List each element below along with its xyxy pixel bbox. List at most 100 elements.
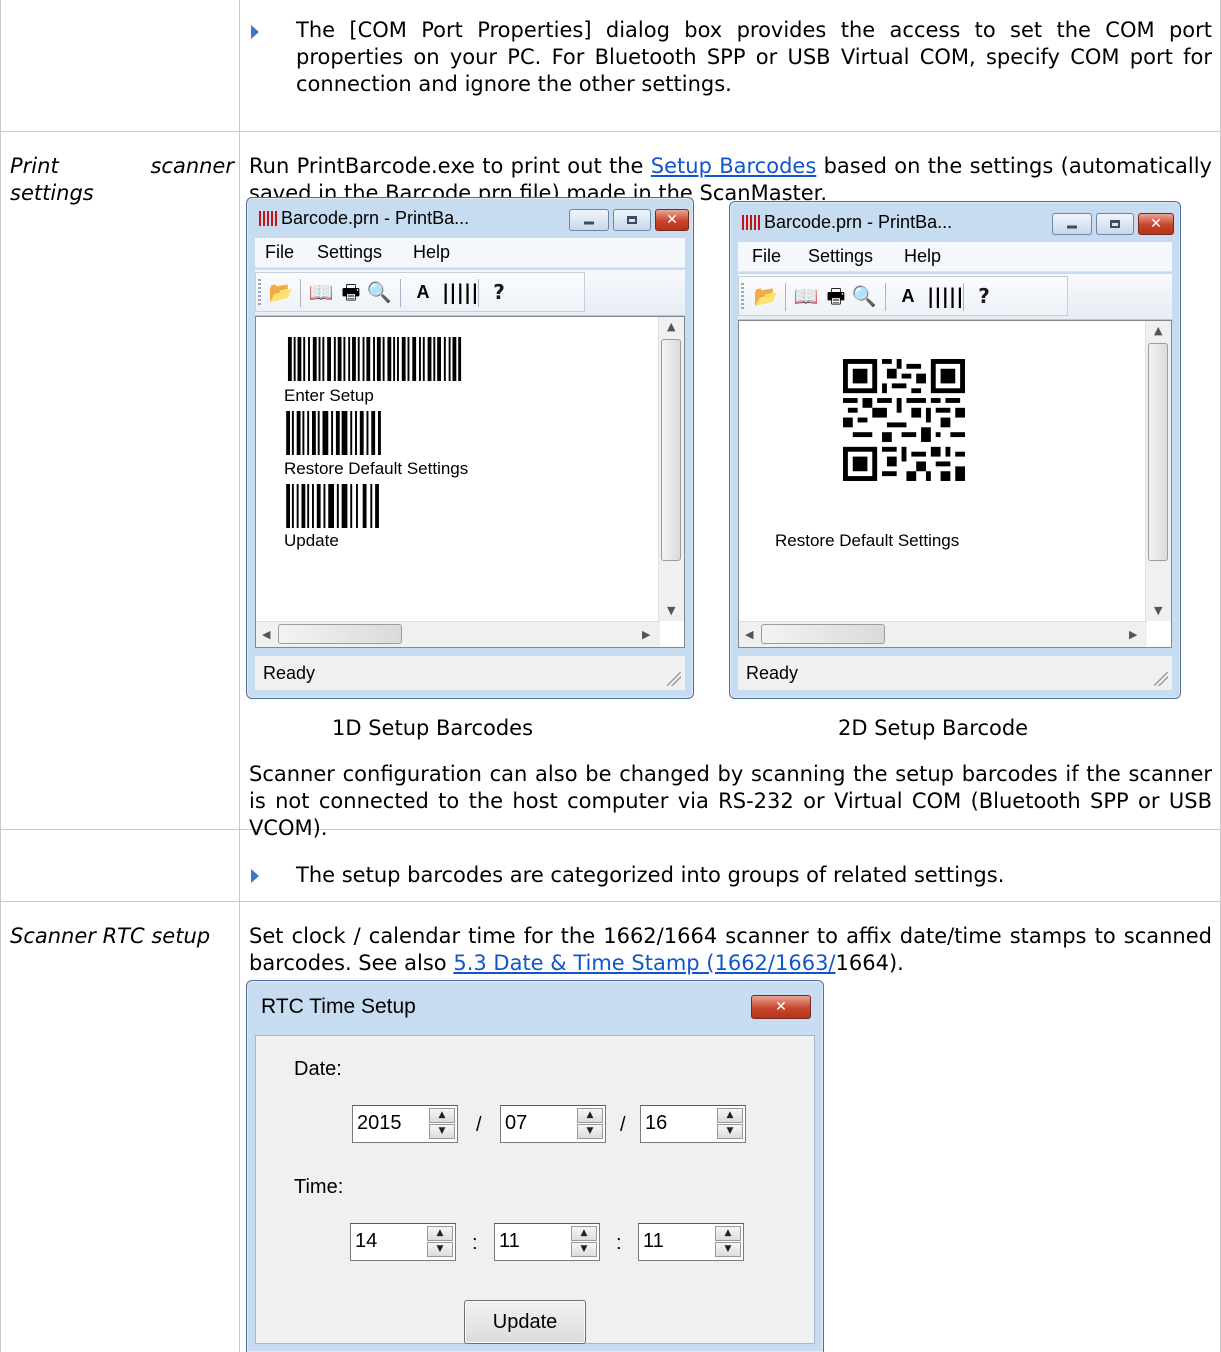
print-preview-icon[interactable]: 🔍 — [851, 283, 877, 309]
scroll-left-icon[interactable]: ◀ — [745, 629, 753, 641]
status-text: Ready — [263, 663, 316, 683]
toolbar-separator — [963, 283, 964, 311]
menu-help[interactable]: Help — [413, 242, 450, 263]
close-button[interactable]: ✕ — [751, 995, 811, 1019]
printbarcode-window-2d: Barcode.prn - PrintBa... ✕ File Settings… — [729, 201, 1181, 699]
scroll-up-icon[interactable]: ▲ — [667, 321, 675, 333]
print-icon[interactable]: 🖶 — [338, 279, 364, 305]
scroll-left-icon[interactable]: ◀ — [262, 629, 270, 641]
toolbar-grip[interactable] — [741, 283, 744, 311]
vertical-scrollbar[interactable]: ▲ ▼ — [1145, 321, 1171, 621]
day-value[interactable]: 16 — [645, 1112, 667, 1135]
spin-up-icon[interactable]: ▲ — [715, 1226, 741, 1241]
bullet-icon — [251, 869, 259, 883]
day-spinner[interactable]: 16 ▲ ▼ — [640, 1105, 746, 1143]
rtc-intro: Set clock / calendar time for the 1662/1… — [249, 923, 1212, 977]
print-intro-text: Run PrintBarcode.exe to print out the — [249, 154, 651, 178]
scroll-right-icon[interactable]: ▶ — [1129, 629, 1137, 641]
table-border-left — [0, 0, 1, 1352]
resize-grip-icon[interactable] — [1154, 672, 1168, 686]
date-time-stamp-link[interactable]: 5.3 Date & Time Stamp (1662/1663/ — [453, 951, 835, 975]
hour-spinner[interactable]: 14 ▲ ▼ — [350, 1223, 456, 1261]
toolbar-separator — [300, 279, 301, 307]
preview-area: Enter Setup Restore Default Settings Upd… — [255, 316, 685, 648]
window-titlebar[interactable]: Barcode.prn - PrintBa... ✕ — [247, 198, 693, 238]
book-icon[interactable]: 📖 — [793, 283, 819, 309]
year-spinner[interactable]: 2015 ▲ ▼ — [352, 1105, 458, 1143]
menu-bar: File Settings Help — [738, 242, 1172, 272]
menu-file[interactable]: File — [265, 242, 294, 263]
caption-1d-setup-barcodes: 1D Setup Barcodes — [332, 716, 534, 740]
font-icon[interactable]: A — [410, 279, 436, 305]
year-value[interactable]: 2015 — [357, 1112, 402, 1135]
help-icon[interactable]: ? — [971, 283, 997, 309]
date-label: Date: — [294, 1058, 342, 1080]
barcode-update — [286, 484, 379, 528]
minimize-button[interactable] — [1052, 213, 1092, 235]
spin-down-icon[interactable]: ▼ — [715, 1242, 741, 1257]
scroll-down-icon[interactable]: ▼ — [1154, 605, 1162, 617]
window-titlebar[interactable]: Barcode.prn - PrintBa... ✕ — [730, 202, 1180, 242]
spin-up-icon[interactable]: ▲ — [571, 1226, 597, 1241]
barcode-icon[interactable]: ||||| — [927, 283, 964, 309]
close-button[interactable]: ✕ — [1138, 213, 1174, 235]
table-row-divider — [0, 901, 1221, 902]
horizontal-scrollbar[interactable]: ◀ ▶ — [739, 621, 1147, 647]
spin-up-icon[interactable]: ▲ — [429, 1108, 455, 1123]
barcode-label: Restore Default Settings — [284, 459, 469, 478]
spin-down-icon[interactable]: ▼ — [427, 1242, 453, 1257]
scroll-right-icon[interactable]: ▶ — [642, 629, 650, 641]
vertical-scrollbar[interactable]: ▲ ▼ — [658, 317, 684, 621]
book-icon[interactable]: 📖 — [308, 279, 334, 305]
spin-down-icon[interactable]: ▼ — [717, 1124, 743, 1139]
spin-up-icon[interactable]: ▲ — [427, 1226, 453, 1241]
maximize-button[interactable] — [613, 209, 651, 231]
spin-down-icon[interactable]: ▼ — [577, 1124, 603, 1139]
time-separator: : — [616, 1232, 622, 1254]
minute-value[interactable]: 11 — [499, 1230, 520, 1253]
horizontal-scroll-thumb[interactable] — [761, 624, 885, 644]
hour-value[interactable]: 14 — [355, 1230, 377, 1253]
vertical-scroll-thumb[interactable] — [661, 339, 681, 561]
window-title: Barcode.prn - PrintBa... — [764, 212, 953, 232]
horizontal-scroll-thumb[interactable] — [278, 624, 402, 644]
setup-barcodes-link[interactable]: Setup Barcodes — [651, 154, 816, 178]
menu-bar: File Settings Help — [255, 238, 685, 268]
open-icon[interactable]: 📂 — [753, 283, 779, 309]
com-port-note: The [COM Port Properties] dialog box pro… — [296, 18, 1212, 96]
resize-grip-icon[interactable] — [667, 672, 681, 686]
toolbar-grip[interactable] — [258, 279, 261, 307]
spin-down-icon[interactable]: ▼ — [571, 1242, 597, 1257]
month-spinner[interactable]: 07 ▲ ▼ — [500, 1105, 606, 1143]
scroll-down-icon[interactable]: ▼ — [667, 605, 675, 617]
spin-down-icon[interactable]: ▼ — [429, 1124, 455, 1139]
menu-help[interactable]: Help — [904, 246, 941, 267]
minute-spinner[interactable]: 11 ▲ ▼ — [494, 1223, 600, 1261]
menu-file[interactable]: File — [752, 246, 781, 267]
minimize-button[interactable] — [569, 209, 609, 231]
spin-up-icon[interactable]: ▲ — [717, 1108, 743, 1123]
open-icon[interactable]: 📂 — [268, 279, 294, 305]
status-bar: Ready — [738, 656, 1172, 690]
second-value[interactable]: 11 — [643, 1230, 664, 1253]
update-button[interactable]: Update — [464, 1300, 586, 1344]
dialog-titlebar[interactable]: RTC Time Setup ✕ — [247, 981, 823, 1033]
help-icon[interactable]: ? — [486, 279, 512, 305]
menu-settings[interactable]: Settings — [317, 242, 382, 263]
scroll-up-icon[interactable]: ▲ — [1154, 325, 1162, 337]
rtc-time-setup-dialog: RTC Time Setup ✕ Date: 2015 ▲ ▼ / 07 ▲ ▼ /… — [246, 980, 824, 1352]
print-icon[interactable]: 🖶 — [823, 283, 849, 309]
close-button[interactable]: ✕ — [655, 209, 689, 231]
menu-settings[interactable]: Settings — [808, 246, 873, 267]
close-icon: ✕ — [666, 212, 678, 228]
horizontal-scrollbar[interactable]: ◀ ▶ — [256, 621, 660, 647]
print-preview-icon[interactable]: 🔍 — [366, 279, 392, 305]
second-spinner[interactable]: 11 ▲ ▼ — [638, 1223, 744, 1261]
barcode-icon[interactable]: ||||| — [442, 279, 479, 305]
vertical-scroll-thumb[interactable] — [1148, 343, 1168, 561]
font-icon[interactable]: A — [895, 283, 921, 309]
month-value[interactable]: 07 — [505, 1112, 527, 1135]
maximize-button[interactable] — [1096, 213, 1134, 235]
close-icon: ✕ — [775, 999, 787, 1015]
spin-up-icon[interactable]: ▲ — [577, 1108, 603, 1123]
